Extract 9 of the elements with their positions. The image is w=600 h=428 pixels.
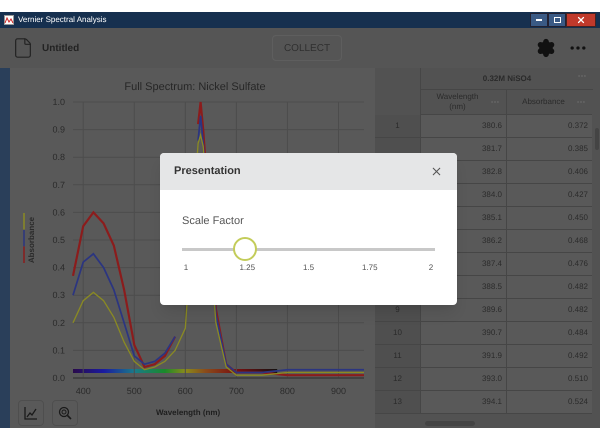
slider-label: Scale Factor xyxy=(182,215,244,227)
window-title: Vernier Spectral Analysis xyxy=(18,14,106,26)
x-axis-label: Wavelength (nm) xyxy=(156,407,220,419)
dialog-title: Presentation xyxy=(174,164,241,180)
slider-tick-label: 1.5 xyxy=(302,262,316,274)
slider-tick-label: 2 xyxy=(428,262,434,274)
slider-tick-label: 1.75 xyxy=(362,262,378,274)
slider-tick-label: 1 xyxy=(182,262,190,274)
slider-tick-label: 1.25 xyxy=(239,262,256,274)
